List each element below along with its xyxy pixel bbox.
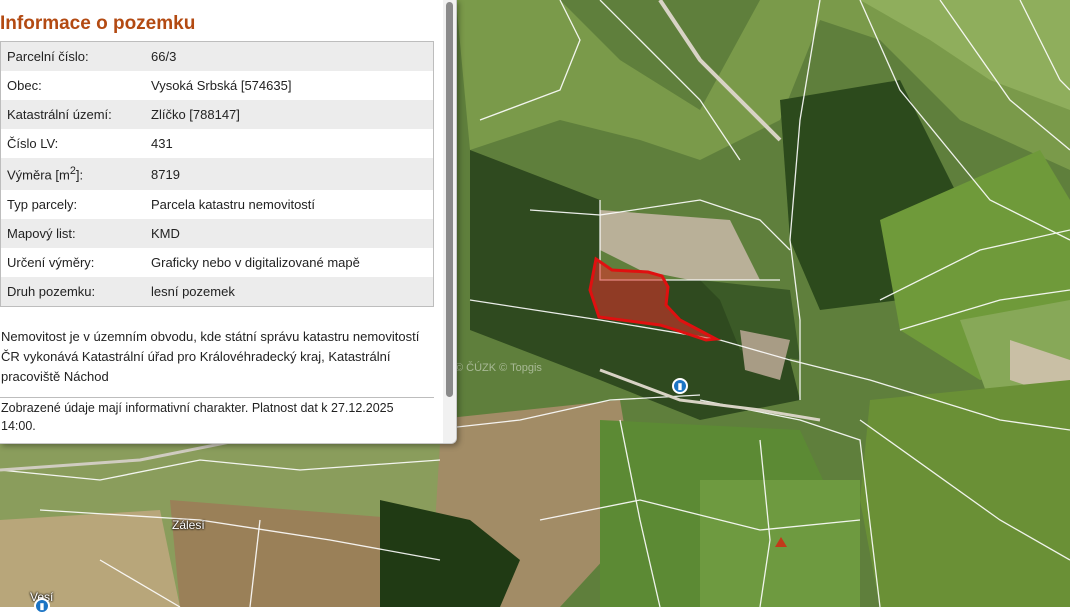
bus-stop-icon[interactable]: ▮ — [672, 378, 688, 394]
table-row: Druh pozemku: lesní pozemek — [0, 277, 434, 307]
row-value: Zlíčko [788147] — [145, 100, 434, 129]
row-value: Vysoká Srbská [574635] — [145, 71, 434, 100]
table-row: Číslo LV: 431 — [0, 129, 434, 158]
table-row: Výměra [m2]: 8719 — [0, 158, 434, 190]
row-label: Parcelní číslo: — [0, 41, 145, 71]
table-row: Typ parcely: Parcela katastru nemovitost… — [0, 190, 434, 219]
row-label: Druh pozemku: — [0, 277, 145, 307]
divider — [0, 397, 434, 398]
row-value: KMD — [145, 219, 434, 248]
row-label: Obec: — [0, 71, 145, 100]
table-row: Mapový list: KMD — [0, 219, 434, 248]
place-label-zalesi: Zálesí — [172, 518, 205, 532]
row-value: lesní pozemek — [145, 277, 434, 307]
scrollbar-thumb[interactable] — [446, 2, 453, 397]
row-label: Určení výměry: — [0, 248, 145, 277]
parcel-info-panel: Informace o pozemku Parcelní číslo: 66/3… — [0, 0, 457, 444]
parcel-info-table: Parcelní číslo: 66/3 Obec: Vysoká Srbská… — [0, 41, 434, 307]
row-value: Graficky nebo v digitalizované mapě — [145, 248, 434, 277]
row-label: Mapový list: — [0, 219, 145, 248]
panel-title: Informace o pozemku — [0, 13, 196, 34]
table-row: Obec: Vysoká Srbská [574635] — [0, 71, 434, 100]
table-row: Parcelní číslo: 66/3 — [0, 41, 434, 71]
bus-stop-icon[interactable]: ▮ — [34, 598, 50, 614]
map-watermark: © ČÚZK © Topgis — [455, 362, 542, 374]
row-value: Parcela katastru nemovitostí — [145, 190, 434, 219]
row-label: Katastrální území: — [0, 100, 145, 129]
table-row: Katastrální území: Zlíčko [788147] — [0, 100, 434, 129]
row-label: Výměra [m2]: — [0, 158, 145, 190]
row-label-suffix: ]: — [75, 167, 84, 183]
table-row: Určení výměry: Graficky nebo v digitaliz… — [0, 248, 434, 277]
panel-scrollbar[interactable] — [443, 0, 456, 443]
warning-triangle-icon[interactable] — [775, 537, 787, 547]
row-label: Číslo LV: — [0, 129, 145, 158]
row-value: 431 — [145, 129, 434, 158]
row-value: 8719 — [145, 158, 434, 190]
data-validity-note: Zobrazené údaje mají informativní charak… — [1, 401, 394, 433]
row-label: Typ parcely: — [0, 190, 145, 219]
row-label-prefix: Výměra [m — [7, 167, 70, 183]
row-value: 66/3 — [145, 41, 434, 71]
cadastral-office-note: Nemovitost je v územním obvodu, kde stát… — [1, 329, 420, 384]
